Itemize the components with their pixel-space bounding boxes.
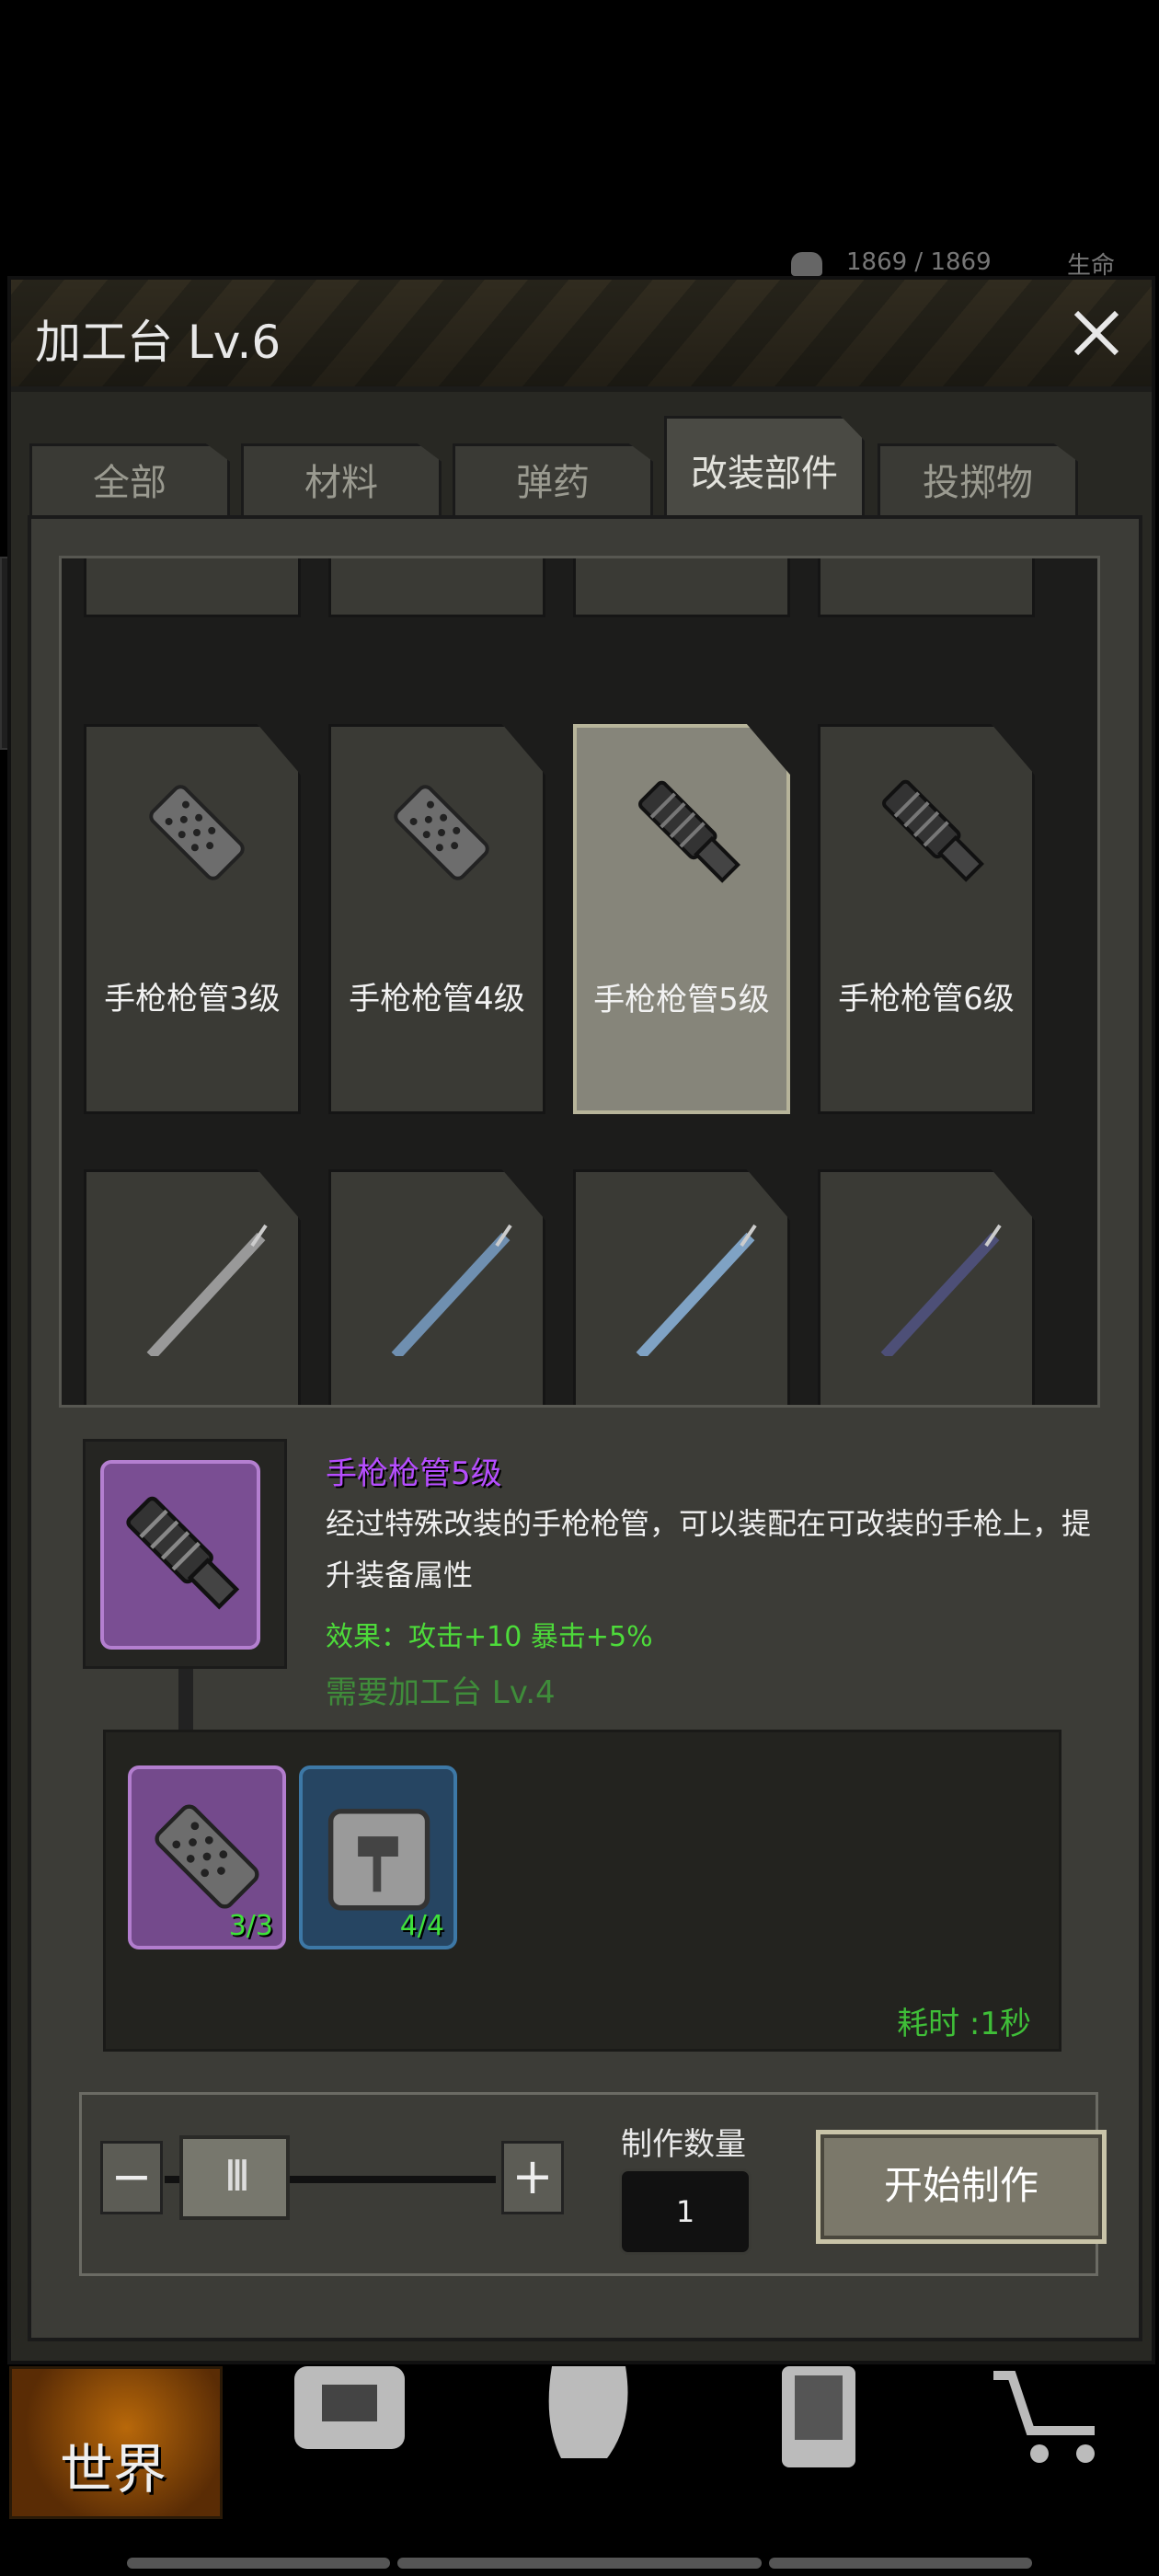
recipe-card[interactable] [573,558,790,617]
grip-icon: III [224,2151,251,2201]
material-count: 3/3 [228,1910,273,1942]
silencer-icon [394,785,489,880]
home-indicator [769,2558,1032,2569]
item-description: 经过特殊改装的手枪枪管，可以装配在可改装的手枪上，提升装备属性 [326,1506,1092,1593]
minus-icon: − [110,2147,153,2205]
item-requirement: 需要加工台 Lv.4 [326,1674,556,1711]
category-tabs: 全部 材料 弹药 改装部件 投掷物 [29,416,1152,519]
dialog-header: 加工台 Lv.6 [11,280,1152,392]
quantity-input[interactable]: 1 [619,2168,752,2255]
craft-time: 耗时 :1秒 [897,2006,1031,2042]
plus-icon: + [511,2147,554,2205]
recipe-label: 手枪枪管4级 [349,981,525,1018]
crafting-dialog: 加工台 Lv.6 全部 材料 弹药 改装部件 投掷物 手枪枪管3级 手枪枪管4级… [7,276,1155,2364]
head-skill-icon[interactable] [524,2366,653,2467]
item-name: 手枪枪管5级 [326,1455,502,1492]
rifle-barrel-icon [880,1224,1002,1356]
nav-world[interactable]: 世界 [9,2366,223,2519]
home-indicator [127,2558,390,2569]
hp-value: 1869 / 1869 [846,248,992,276]
calculator-icon[interactable] [754,2366,883,2467]
recipe-card[interactable] [818,1169,1035,1405]
item-effect: 效果：攻击+10 暴击+5% [326,1621,653,1653]
decrease-button[interactable]: − [100,2141,163,2214]
tab-materials[interactable]: 材料 [241,443,442,519]
nav-world-label: 世界 [60,2438,167,2501]
recipe-label: 手枪枪管6级 [838,981,1015,1018]
increase-button[interactable]: + [501,2141,564,2214]
tab-ammo[interactable]: 弹药 [453,443,653,519]
barrel-icon [882,779,984,882]
tab-all[interactable]: 全部 [29,443,230,519]
rifle-barrel-icon [636,1224,757,1356]
recipe-card-pistol-barrel-5[interactable]: 手枪枪管5级 [573,724,790,1114]
recipe-grid[interactable]: 手枪枪管3级 手枪枪管4级 手枪枪管5级 手枪枪管6级 [59,556,1100,1408]
silencer-icon [149,785,245,880]
quantity-label: 制作数量 [621,2126,746,2163]
content-panel: 手枪枪管3级 手枪枪管4级 手枪枪管5级 手枪枪管6级 手枪枪管5级 经过特殊改… [28,515,1142,2341]
recipe-card[interactable] [84,1169,301,1405]
tab-mod-parts[interactable]: 改装部件 [664,416,865,519]
start-crafting-button[interactable]: 开始制作 [816,2130,1107,2244]
slider-handle[interactable]: III [179,2135,290,2220]
connector-line [178,1669,193,1733]
backpack-icon[interactable] [285,2366,414,2467]
bottom-nav: 世界 [0,2366,1159,2521]
recipe-label: 手枪枪管5级 [593,982,770,1018]
recipe-label: 手枪枪管3级 [104,981,281,1018]
home-indicator [397,2558,762,2569]
recipe-card[interactable] [84,558,301,617]
recipe-card-pistol-barrel-3[interactable]: 手枪枪管3级 [84,724,301,1114]
recipe-card[interactable] [818,558,1035,617]
materials-box: 3/3 4/4 耗时 :1秒 [103,1730,1061,2052]
barrel-icon [126,1496,240,1610]
rifle-barrel-icon [391,1224,512,1356]
recipe-card-pistol-barrel-6[interactable]: 手枪枪管6级 [818,724,1035,1114]
recipe-card[interactable] [328,558,545,617]
heart-icon [791,252,822,276]
rifle-barrel-icon [146,1224,268,1356]
selected-item-slot [100,1460,260,1650]
tab-throwables[interactable]: 投掷物 [878,443,1078,519]
recipe-card[interactable] [328,1169,545,1405]
cart-icon[interactable] [984,2366,1113,2467]
close-icon [1073,310,1119,356]
craft-controls: − III + 制作数量 1 开始制作 [79,2092,1107,2276]
barrel-icon [638,780,740,883]
material-count: 4/4 [399,1910,444,1942]
dialog-title: 加工台 Lv.6 [35,316,281,369]
recipe-card-pistol-barrel-4[interactable]: 手枪枪管4级 [328,724,545,1114]
close-button[interactable] [1069,307,1124,362]
material-slot[interactable]: 3/3 [128,1765,286,1949]
material-slot[interactable]: 4/4 [299,1765,457,1949]
selected-item-frame [83,1439,287,1669]
recipe-card[interactable] [573,1169,790,1405]
